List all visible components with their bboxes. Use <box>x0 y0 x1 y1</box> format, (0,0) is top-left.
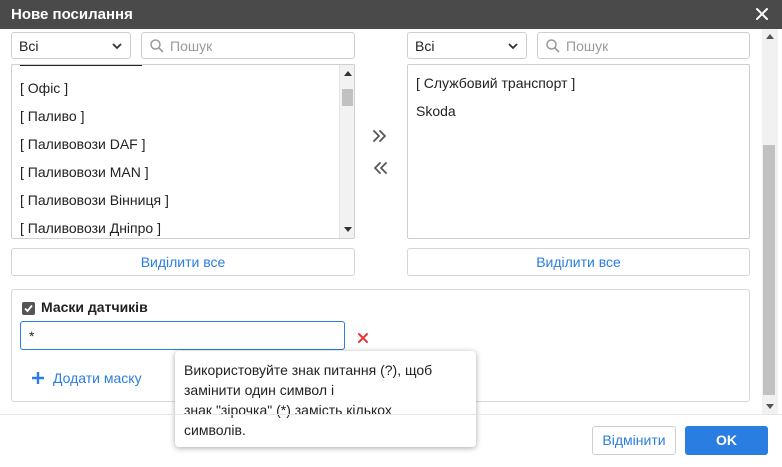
footer-divider <box>0 414 782 415</box>
mask-input[interactable] <box>20 321 345 350</box>
plus-icon <box>32 372 44 384</box>
list-item[interactable]: [ Паливовози Дніпро ] <box>20 220 161 236</box>
list-item[interactable]: [ Паливовози Вінниця ] <box>20 192 169 208</box>
right-selected-list[interactable]: [ Службовий транспорт ] Skoda <box>407 64 750 239</box>
right-select-all-button[interactable]: Виділити все <box>407 248 750 276</box>
remove-mask-icon[interactable] <box>357 332 369 344</box>
scroll-down-arrow-icon[interactable] <box>766 404 774 409</box>
double-chevron-left-icon[interactable] <box>370 158 390 178</box>
close-icon[interactable] <box>754 6 770 22</box>
tooltip-line: знак "зірочка" (*) замість кількох <box>184 402 392 418</box>
left-search-input[interactable] <box>170 36 340 56</box>
partial-list-item <box>20 65 142 66</box>
mask-help-tooltip: Використовуйте знак питання (?), щоб зам… <box>175 351 476 447</box>
list-item[interactable]: [ Паливовози DAF ] <box>20 136 146 152</box>
list-item[interactable]: [ Паливовози MAN ] <box>20 164 149 180</box>
add-mask-label: Додати маску <box>53 370 142 386</box>
dialog-title: Нове посилання <box>11 6 133 23</box>
checkmark-icon <box>24 304 33 313</box>
list-item[interactable]: [ Службовий транспорт ] <box>416 75 575 91</box>
chevron-down-icon <box>112 43 122 50</box>
scroll-down-arrow-icon[interactable] <box>344 227 352 232</box>
scroll-thumb[interactable] <box>763 145 775 395</box>
tooltip-line: символів. <box>184 422 246 438</box>
list-item[interactable]: [ Паливо ] <box>20 108 84 124</box>
tooltip-line: замінити один символ і <box>184 382 335 398</box>
right-search-input[interactable] <box>566 36 736 56</box>
left-filter-select[interactable]: Всі <box>11 32 131 59</box>
right-filter-value: Всі <box>415 38 435 54</box>
left-search-box <box>141 32 355 59</box>
ok-button[interactable]: OK <box>685 426 768 455</box>
sensor-masks-checkbox[interactable] <box>22 302 35 315</box>
list-item[interactable]: Skoda <box>416 103 456 119</box>
scroll-up-arrow-icon[interactable] <box>344 71 352 76</box>
cancel-button[interactable]: Відмінити <box>592 426 676 455</box>
search-icon <box>150 39 164 53</box>
scroll-thumb[interactable] <box>342 89 353 106</box>
sensor-masks-label: Маски датчиків <box>41 299 148 315</box>
chevron-down-icon <box>508 43 518 50</box>
tooltip-line: Використовуйте знак питання (?), щоб <box>184 362 433 378</box>
search-icon <box>546 39 560 53</box>
scroll-up-arrow-icon[interactable] <box>766 34 774 39</box>
left-available-list[interactable]: [ Офіс ] [ Паливо ] [ Паливовози DAF ] [… <box>11 64 355 239</box>
left-filter-value: Всі <box>19 38 39 54</box>
dialog-scrollbar[interactable] <box>762 29 778 414</box>
list-item[interactable]: [ Офіс ] <box>20 80 68 96</box>
left-list-scrollbar[interactable] <box>339 65 354 238</box>
right-search-box <box>537 32 750 59</box>
right-filter-select[interactable]: Всі <box>407 32 527 59</box>
double-chevron-right-icon[interactable] <box>370 126 390 146</box>
left-select-all-button[interactable]: Виділити все <box>11 248 355 276</box>
dialog-titlebar: Нове посилання <box>0 0 782 29</box>
